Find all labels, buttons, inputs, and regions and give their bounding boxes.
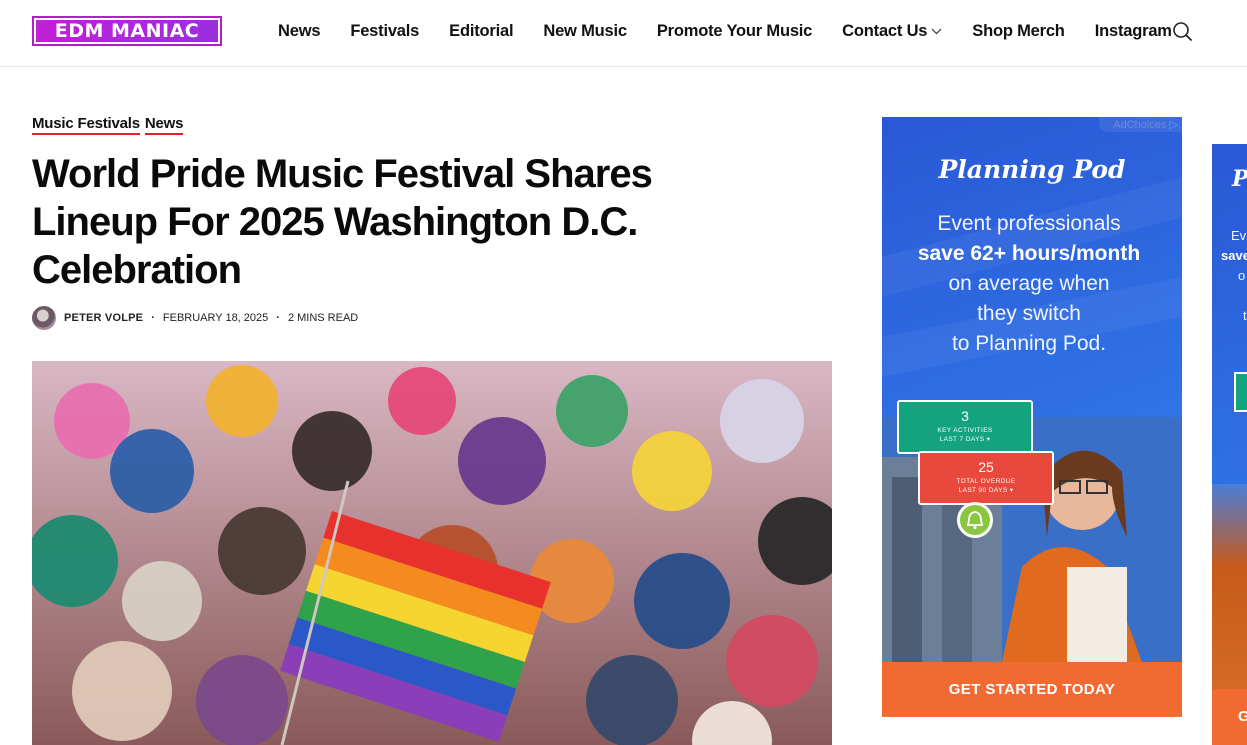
ad2-photo [1212,484,1247,689]
nav-item-contact-us[interactable]: Contact Us [842,20,942,42]
nav-item-promote-your-music[interactable]: Promote Your Music [657,20,813,42]
crowd-with-pride-flag-image [32,361,832,745]
ad-copy: Event professionals save 62+ hours/month… [882,209,1176,359]
site-logo[interactable]: EDM MANIAC [32,16,222,46]
ad2-brand-logo: P [1232,166,1247,192]
nav-item-news[interactable]: News [278,20,321,42]
total-overdue-card: 25 TOTAL OVERDUE LAST 90 DAYS ▾ [918,451,1054,505]
article-meta: PETER VOLPE · FEBRUARY 18, 2025 · 2 MINS… [32,306,358,330]
total-overdue-value: 25 [978,459,994,475]
site-header: EDM MANIAC News Festivals Editorial New … [0,0,1247,67]
publish-date: FEBRUARY 18, 2025 [162,312,269,324]
read-time: 2 MINS READ [287,312,359,324]
nav-item-new-music[interactable]: New Music [543,20,627,42]
key-activities-period: LAST 7 DAYS ▾ [939,436,991,443]
ad-copy-highlight: save 62+ hours/month [917,242,1141,265]
ad2-cta-button[interactable]: G [1212,689,1247,745]
key-activities-label: KEY ACTIVITIES [937,427,993,434]
category-music-festivals[interactable]: Music Festivals [32,116,140,135]
article-title: World Pride Music Festival Shares Lineup… [32,152,653,292]
author-name[interactable]: PETER VOLPE [64,312,143,324]
ad2-copy-line: t [1243,308,1247,323]
search-icon [1173,22,1193,42]
meta-separator: · [151,312,155,324]
nav-item-festivals[interactable]: Festivals [350,20,419,42]
ad2-green-card [1234,372,1247,412]
ad2-copy-line: o [1238,268,1246,283]
adchoices-link[interactable]: AdChoices ▷ [1099,117,1182,132]
nav-item-editorial[interactable]: Editorial [449,20,513,42]
nav-item-instagram[interactable]: Instagram [1095,20,1172,42]
advertisement-planning-pod-secondary[interactable]: P Ev save o t G [1212,144,1247,745]
featured-image [32,361,832,745]
bell-icon [957,502,993,538]
search-button[interactable] [1172,21,1194,43]
ad-copy-line: to Planning Pod. [951,332,1107,355]
ad-copy-line: Event professionals [937,212,1121,235]
adchoices-icon: ▷ [1169,119,1178,131]
ad2-copy-line-bold: save [1221,248,1247,263]
ad2-copy-line: Ev [1231,228,1247,243]
key-activities-value: 3 [961,408,969,424]
ad-copy-line-bold: save 62+ hours/month [882,239,1176,269]
adchoices-label: AdChoices [1113,119,1167,131]
total-overdue-label: TOTAL OVERDUE [956,478,1016,485]
logo-text: EDM MANIAC [36,20,218,42]
nav-item-shop-merch[interactable]: Shop Merch [972,20,1065,42]
total-overdue-period: LAST 90 DAYS ▾ [958,487,1014,494]
ad-copy-line: they switch [977,302,1081,325]
nav-item-contact-us-label: Contact Us [842,22,928,40]
get-started-button[interactable]: GET STARTED TODAY [882,662,1182,717]
key-activities-card: 3 KEY ACTIVITIES LAST 7 DAYS ▾ [897,400,1033,454]
main-nav: News Festivals Editorial New Music Promo… [278,20,1202,42]
category-links: Music Festivals News [32,116,183,135]
advertisement-planning-pod[interactable]: AdChoices ▷ Planning Pod Event professio… [882,117,1182,717]
chevron-down-icon [931,28,942,34]
ad-brand-logo: Planning Pod [938,155,1126,184]
category-news[interactable]: News [144,116,183,135]
meta-separator: · [276,312,280,324]
author-avatar[interactable] [32,306,56,330]
ad-copy-line: on average when [948,272,1110,295]
